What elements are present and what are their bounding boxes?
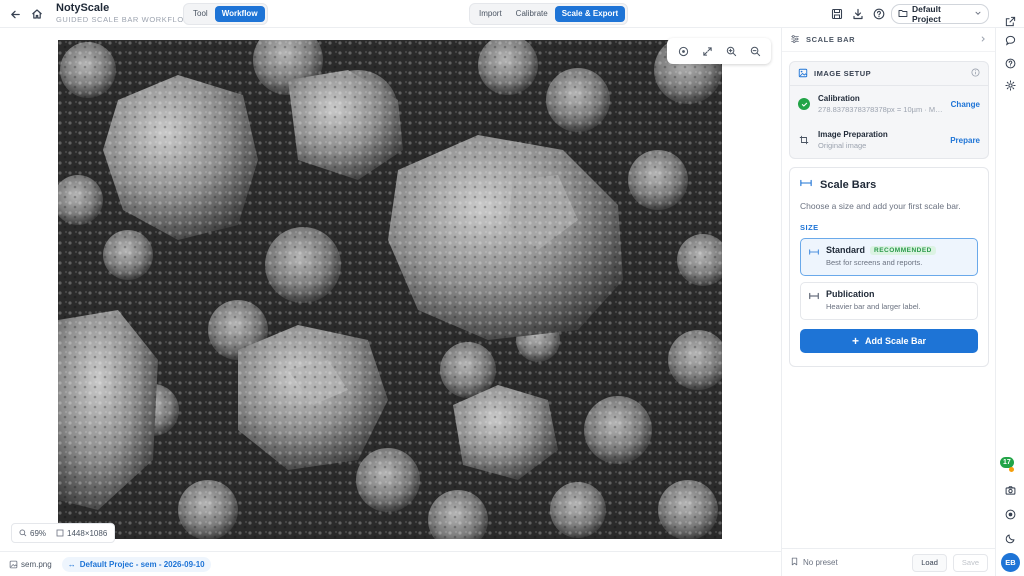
camera-icon[interactable] — [1002, 482, 1019, 499]
project-chip[interactable]: ↔ Default Projec - sem - 2026-09-10 — [61, 556, 211, 572]
fit-expand-icon[interactable] — [698, 42, 716, 60]
external-link-icon[interactable] — [1002, 13, 1019, 30]
size-label: SIZE — [800, 223, 819, 232]
app-name: NotyScale — [56, 2, 110, 14]
scale-bars-card: Scale Bars Choose a size and add your fi… — [789, 167, 989, 367]
chevron-down-icon — [974, 9, 982, 19]
scale-bar-icon — [800, 178, 812, 191]
status-bar: sem.png ↔ Default Projec - sem - 2026-09… — [0, 551, 781, 576]
dimensions-value: 1448×1086 — [67, 528, 108, 538]
dark-mode-moon-icon[interactable] — [1002, 530, 1019, 547]
mode-workflow-button[interactable]: Workflow — [214, 6, 265, 22]
image-prep-value: Original image — [818, 141, 867, 150]
right-rail: 17 EB — [995, 16, 1024, 576]
image-prep-row: Image Preparation Original image Prepare — [790, 122, 988, 158]
step-import-tab[interactable]: Import — [472, 6, 509, 22]
check-icon — [798, 98, 810, 110]
view-toolbar — [667, 38, 771, 64]
publication-bar-icon — [809, 291, 819, 303]
change-calibration-button[interactable]: Change — [951, 100, 980, 109]
panel-title: SCALE BAR — [806, 35, 856, 44]
chevron-right-icon[interactable] — [979, 35, 987, 45]
user-avatar[interactable]: EB — [1001, 553, 1020, 572]
image-canvas[interactable]: 69% 1448×1086 — [0, 28, 781, 551]
standard-bar-icon — [809, 247, 819, 259]
sem-image[interactable] — [58, 40, 722, 539]
info-icon[interactable] — [971, 68, 980, 79]
frame-icon — [56, 529, 64, 537]
zoom-info: 69% 1448×1086 — [11, 523, 116, 543]
link-arrows-icon: ↔ — [67, 559, 76, 569]
size-option-publication[interactable]: Publication Heavier bar and larger label… — [800, 282, 978, 320]
plus-icon: + — [851, 334, 859, 348]
app-brand: NotyScale GUIDED SCALE BAR WORKFLOW — [56, 2, 192, 24]
download-icon[interactable] — [848, 4, 868, 24]
preset-status: No preset — [803, 558, 838, 567]
image-dimensions: 1448×1086 — [56, 529, 107, 538]
image-setup-card: IMAGE SETUP Calibration 278.837837837837… — [789, 61, 989, 159]
save-preset-button[interactable]: Save — [952, 553, 988, 572]
recommended-badge: RECOMMENDED — [870, 245, 936, 255]
notification-dot — [1009, 467, 1014, 472]
home-icon[interactable] — [27, 4, 47, 24]
project-select-value: Default Project — [912, 4, 941, 24]
zoom-out-icon[interactable] — [746, 42, 764, 60]
image-setup-header: IMAGE SETUP — [790, 62, 988, 86]
step-calibrate-tab[interactable]: Calibrate — [509, 6, 555, 22]
target-icon[interactable] — [674, 42, 692, 60]
calibration-value: 278.8378378378378px = 10µm · Manual — [818, 105, 943, 114]
record-icon[interactable] — [1002, 506, 1019, 523]
zoom-value: 69% — [30, 528, 47, 538]
help-circle-icon[interactable] — [1002, 55, 1019, 72]
image-prep-label: Image Preparation — [818, 130, 888, 139]
settings-gear-icon[interactable] — [1002, 77, 1019, 94]
image-setup-title: IMAGE SETUP — [814, 69, 872, 78]
save-disk-icon[interactable] — [827, 4, 847, 24]
standard-description: Best for screens and reports. — [826, 258, 923, 267]
load-preset-button[interactable]: Load — [912, 553, 947, 572]
mode-toggle: Tool Workflow — [183, 3, 268, 25]
workflow-steps: Import Calibrate Scale & Export — [469, 3, 629, 25]
panel-header: SCALE BAR — [782, 28, 995, 52]
crop-icon — [798, 135, 810, 145]
sliders-icon — [790, 34, 800, 46]
file-name-text: sem.png — [21, 559, 52, 569]
mode-tool-button[interactable]: Tool — [186, 6, 215, 22]
zoom-level: 69% — [19, 529, 46, 538]
scale-bar-panel: SCALE BAR IMAGE SETUP Calibration 278.83… — [781, 28, 996, 576]
panel-footer: No preset Load Save — [782, 548, 996, 576]
project-select[interactable]: Default Project — [891, 4, 989, 24]
scale-bars-description: Choose a size and add your first scale b… — [800, 201, 961, 211]
publication-title: Publication — [826, 289, 875, 299]
folder-icon — [898, 8, 908, 20]
calibration-row: Calibration 278.8378378378378px = 10µm ·… — [790, 86, 988, 122]
scale-bars-title: Scale Bars — [820, 178, 877, 191]
add-scale-bar-label: Add Scale Bar — [864, 336, 927, 346]
step-export-tab[interactable]: Scale & Export — [554, 6, 626, 22]
magnifier-icon — [19, 529, 27, 537]
sem-image-graphic — [58, 40, 722, 539]
top-bar: NotyScale GUIDED SCALE BAR WORKFLOW Tool… — [0, 0, 1024, 28]
file-name: sem.png — [9, 560, 52, 569]
add-scale-bar-button[interactable]: + Add Scale Bar — [800, 329, 978, 353]
zoom-in-icon[interactable] — [722, 42, 740, 60]
project-chip-text: Default Projec - sem - 2026-09-10 — [79, 559, 205, 569]
back-arrow-icon[interactable] — [5, 4, 25, 24]
help-icon[interactable] — [869, 4, 889, 24]
publication-description: Heavier bar and larger label. — [826, 302, 921, 311]
scale-bars-heading: Scale Bars — [800, 178, 978, 191]
prepare-image-button[interactable]: Prepare — [950, 136, 980, 145]
standard-title: Standard — [826, 245, 866, 255]
chat-bubble-icon[interactable] — [1002, 32, 1019, 49]
app-subtitle: GUIDED SCALE BAR WORKFLOW — [56, 14, 192, 24]
image-file-icon — [9, 560, 18, 568]
size-option-standard[interactable]: Standard RECOMMENDED Best for screens an… — [800, 238, 978, 276]
image-icon — [798, 68, 808, 80]
bookmark-icon — [790, 557, 799, 568]
calibration-label: Calibration — [818, 94, 860, 103]
